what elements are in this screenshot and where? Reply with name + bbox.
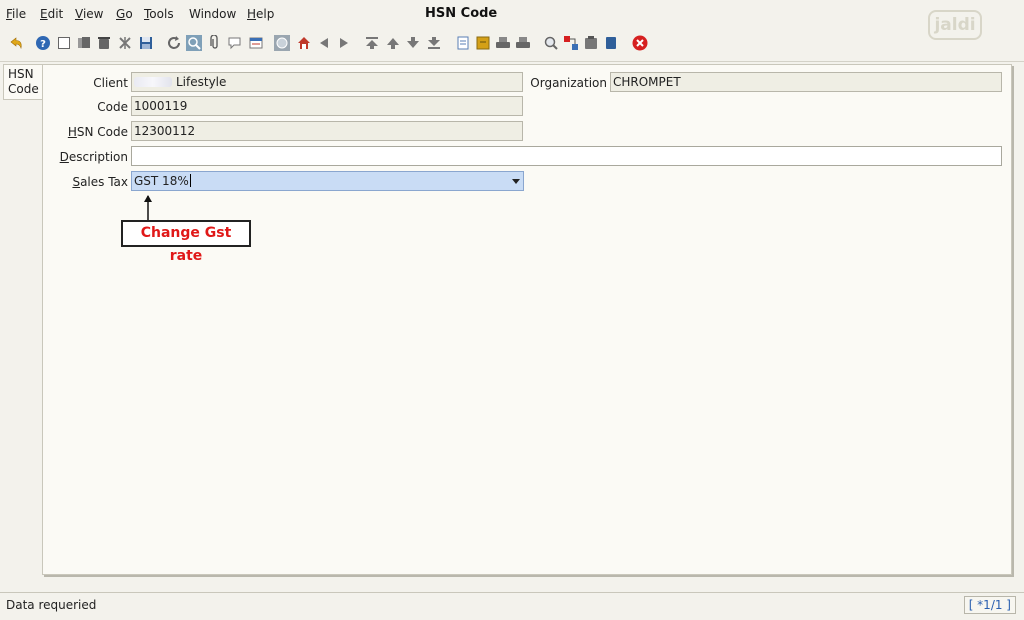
status-message: Data requeried (6, 598, 97, 612)
client-label: Client (93, 76, 128, 90)
sales-tax-select[interactable]: GST 18% (131, 171, 524, 191)
svg-text:?: ? (40, 39, 46, 50)
copy-icon[interactable] (76, 35, 92, 51)
history-icon[interactable] (274, 35, 290, 51)
description-field[interactable] (131, 146, 1002, 166)
menu-bar: File Edit View Go Tools Window Help HSN … (0, 0, 1024, 40)
request-icon[interactable] (563, 35, 579, 51)
attachment-icon[interactable] (207, 35, 223, 51)
menu-edit[interactable]: Edit (40, 7, 63, 21)
client-field[interactable]: Lifestyle (131, 72, 523, 92)
record-indicator[interactable]: [ *1/1 ] (963, 596, 1016, 614)
find-icon[interactable] (186, 35, 202, 51)
chat-icon[interactable] (227, 35, 243, 51)
annotation-callout: Change Gst rate (121, 220, 251, 264)
print-preview-icon[interactable] (515, 35, 531, 51)
product-info-icon[interactable] (583, 35, 599, 51)
organization-field[interactable]: CHROMPET (610, 72, 1002, 92)
menu-file[interactable]: File (6, 7, 26, 21)
text-cursor (189, 174, 191, 187)
hsn-code-label: HSN Code (67, 125, 128, 139)
previous-record-icon[interactable] (385, 35, 401, 51)
delete-selection-icon[interactable] (117, 35, 133, 51)
status-bar: Data requeried [ *1/1 ] (0, 593, 1024, 620)
zoom-across-icon[interactable] (543, 35, 559, 51)
annotation-arrow (144, 195, 152, 220)
menu-go[interactable]: Go (116, 7, 133, 21)
tab-label-line1: HSN (8, 67, 34, 81)
close-window-icon[interactable] (632, 35, 648, 51)
undo-icon[interactable] (8, 35, 24, 51)
hsn-code-field[interactable]: 12300112 (131, 121, 523, 141)
new-icon[interactable] (56, 35, 72, 51)
help-icon[interactable]: ? (35, 35, 51, 51)
organization-label: Organization (530, 76, 607, 90)
menu-help[interactable]: Help (247, 7, 274, 21)
toolbar: ? (0, 28, 1024, 62)
home-icon[interactable] (296, 35, 312, 51)
forward-icon[interactable] (336, 35, 352, 51)
tab-label-line2: Code (8, 82, 39, 96)
tab-hsn-code[interactable]: HSN Code (3, 64, 42, 100)
redacted-text (134, 76, 172, 87)
grid-toggle-icon[interactable] (248, 35, 264, 51)
save-icon[interactable] (138, 35, 154, 51)
sales-tax-label: Sales Tax (72, 175, 128, 189)
first-record-icon[interactable] (364, 35, 380, 51)
last-record-icon[interactable] (426, 35, 442, 51)
report-icon[interactable] (455, 35, 471, 51)
window-title: HSN Code (425, 6, 498, 21)
workflow-icon[interactable] (603, 35, 619, 51)
refresh-icon[interactable] (166, 35, 182, 51)
code-label: Code (97, 100, 128, 114)
next-record-icon[interactable] (405, 35, 421, 51)
menu-tools[interactable]: Tools (144, 7, 174, 21)
client-value: Lifestyle (176, 75, 227, 89)
chevron-down-icon[interactable] (512, 179, 520, 184)
archive-icon[interactable] (475, 35, 491, 51)
back-icon[interactable] (316, 35, 332, 51)
sales-tax-value: GST 18% (134, 174, 189, 188)
menu-window[interactable]: Window (189, 7, 236, 21)
print-icon[interactable] (495, 35, 511, 51)
description-label: Description (59, 150, 128, 164)
code-field[interactable]: 1000119 (131, 96, 523, 116)
menu-view[interactable]: View (75, 7, 103, 21)
delete-icon[interactable] (96, 35, 112, 51)
